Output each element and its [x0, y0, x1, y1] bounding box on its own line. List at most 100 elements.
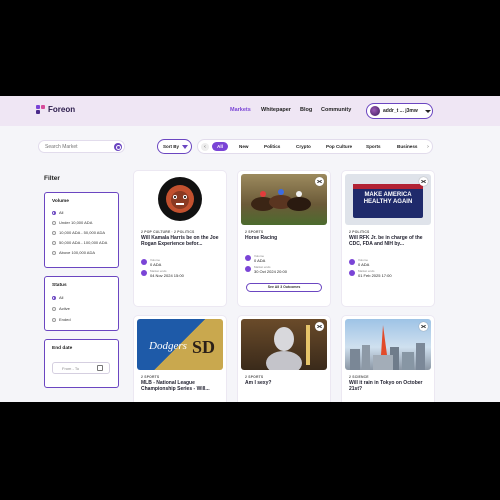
card-title[interactable]: MLB - National League Championship Serie…	[141, 380, 221, 392]
volume-filter-title: Volume	[52, 199, 69, 204]
clock-icon	[141, 270, 147, 276]
chevron-right-icon[interactable]: ›	[424, 143, 432, 151]
search-box	[38, 140, 125, 153]
status-filter: Status All Active Ended	[44, 276, 119, 331]
funnel-icon	[182, 144, 189, 149]
banner-stripe	[353, 184, 423, 189]
card-category: 2 POLITICS	[349, 230, 370, 234]
status-option-all[interactable]: All	[52, 295, 63, 300]
market-image-maha: MAKE AMERICA HEALTHY AGAIN	[345, 174, 431, 225]
card-category: 2 SPORTS	[141, 375, 160, 379]
card-category: 2 SPORTS	[245, 230, 264, 234]
chevron-left-icon[interactable]: ‹	[201, 143, 209, 151]
option-label: Active	[59, 306, 70, 311]
avatar	[370, 106, 380, 116]
nav-markets[interactable]: Markets	[230, 107, 251, 113]
tab-crypto[interactable]: Crypto	[296, 144, 311, 149]
status-filter-title: Status	[52, 283, 67, 288]
logo-icon	[36, 105, 45, 114]
tab-sports[interactable]: Sports	[366, 144, 381, 149]
see-outcomes-button[interactable]: See All 3 Outcomes	[246, 283, 322, 292]
volume-icon	[141, 259, 147, 265]
market-image-horse-racing	[241, 174, 327, 225]
card-category: 2 SPORTS	[245, 375, 264, 379]
nav-community[interactable]: Community	[321, 107, 351, 113]
radio[interactable]	[52, 250, 56, 255]
option-label: 10,000 ADA - 50,000 ADA	[59, 230, 106, 235]
nav-whitepaper[interactable]: Whitepaper	[261, 107, 291, 113]
user-menu-button[interactable]: addr_t ... j3mw	[366, 103, 433, 119]
top-navbar: Foreon Markets Whitepaper Blog Community…	[0, 96, 500, 126]
card-title[interactable]: Will Kamala Harris be on the Joe Rogan E…	[141, 235, 221, 247]
market-image-sculpture	[241, 319, 327, 370]
status-option-ended[interactable]: Ended	[52, 317, 71, 322]
card-title[interactable]: Will it rain in Tokyo on October 21st?	[349, 380, 429, 392]
tab-new[interactable]: New	[239, 144, 248, 149]
volume-icon	[349, 259, 355, 265]
volume-option-all[interactable]: All	[52, 210, 63, 215]
card-category: 2 POP CULTURE · 2 POLITICS	[141, 230, 195, 234]
status-option-active[interactable]: Active	[52, 306, 70, 311]
option-label: All	[59, 295, 64, 300]
date-range-placeholder: From - To	[62, 366, 80, 371]
brand-name: Foreon	[48, 105, 76, 114]
tab-politics[interactable]: Politics	[264, 144, 280, 149]
user-address: addr_t ... j3mw	[383, 108, 418, 114]
radio[interactable]	[52, 230, 56, 235]
nav-blog[interactable]: Blog	[300, 107, 312, 113]
option-label: Under 10,000 ADA	[59, 220, 93, 225]
radio-selected[interactable]	[52, 295, 56, 300]
market-image-tokyo	[345, 319, 431, 370]
clock-icon	[349, 270, 355, 276]
search-icon[interactable]	[114, 143, 122, 151]
volume-icon	[245, 255, 251, 261]
filter-title: Filter	[44, 175, 60, 182]
market-image-podcast	[137, 174, 223, 225]
sort-by-button[interactable]: Sort By	[157, 139, 192, 154]
tab-business[interactable]: Business	[397, 144, 417, 149]
radio[interactable]	[52, 220, 56, 225]
clock-icon	[245, 266, 251, 272]
end-value: 01 Feb 2025 17:00	[358, 273, 392, 278]
volume-option-under-10k[interactable]: Under 10,000 ADA	[52, 220, 92, 225]
radio[interactable]	[52, 240, 56, 245]
banner-flag: MAKE AMERICA HEALTHY AGAIN	[353, 184, 423, 218]
app-viewport: Foreon Markets Whitepaper Blog Community…	[0, 96, 500, 402]
share-icon[interactable]	[315, 177, 324, 186]
market-card[interactable]: MAKE AMERICA HEALTHY AGAIN 2 POLITICS Wi…	[342, 171, 434, 306]
volume-filter: Volume All Under 10,000 ADA 10,000 ADA -…	[44, 192, 119, 268]
card-category: 2 SCIENCE	[349, 375, 369, 379]
brand-logo[interactable]: Foreon	[36, 105, 75, 114]
radio-selected[interactable]	[52, 210, 56, 215]
volume-value: 0 ADA	[358, 262, 370, 267]
banner-text: MAKE AMERICA HEALTHY AGAIN	[363, 192, 413, 205]
calendar-icon	[97, 365, 103, 371]
svg-text:Dodgers: Dodgers	[148, 340, 187, 352]
card-title[interactable]: Will RFK Jr. be in charge of the CDC, FD…	[349, 235, 429, 247]
date-range-field[interactable]: From - To	[52, 362, 110, 374]
market-card[interactable]: 2 POP CULTURE · 2 POLITICS Will Kamala H…	[134, 171, 226, 306]
end-value: 30 Oct 2024 20:00	[254, 269, 287, 274]
chevron-down-icon	[424, 109, 431, 113]
share-icon[interactable]	[315, 322, 324, 331]
search-input[interactable]	[45, 144, 110, 150]
tab-pop-culture[interactable]: Pop Culture	[326, 144, 352, 149]
option-label: 50,000 ADA - 100,000 ADA	[59, 240, 108, 245]
volume-option-50k-100k[interactable]: 50,000 ADA - 100,000 ADA	[52, 240, 107, 245]
radio[interactable]	[52, 317, 56, 322]
market-card[interactable]: 2 SPORTS Horse Racing Volume 0 ADA Marke…	[238, 171, 330, 306]
market-card[interactable]: 2 SCIENCE Will it rain in Tokyo on Octob…	[342, 316, 434, 402]
radio[interactable]	[52, 306, 56, 311]
share-icon[interactable]	[419, 177, 428, 186]
share-icon[interactable]	[419, 322, 428, 331]
option-label: Above 100,000 ADA	[59, 250, 96, 255]
card-title[interactable]: Horse Racing	[245, 235, 325, 241]
tab-all[interactable]: All	[212, 142, 228, 151]
volume-option-10k-50k[interactable]: 10,000 ADA - 50,000 ADA	[52, 230, 105, 235]
volume-option-above-100k[interactable]: Above 100,000 ADA	[52, 250, 95, 255]
market-card[interactable]: 2 SPORTS Am I sexy?	[238, 316, 330, 402]
card-title[interactable]: Am I sexy?	[245, 380, 325, 386]
svg-text:SD: SD	[192, 337, 215, 357]
mlb-teams-image: Dodgers SD	[148, 337, 215, 357]
market-card[interactable]: Dodgers SD 2 SPORTS MLB - National Leagu…	[134, 316, 226, 402]
